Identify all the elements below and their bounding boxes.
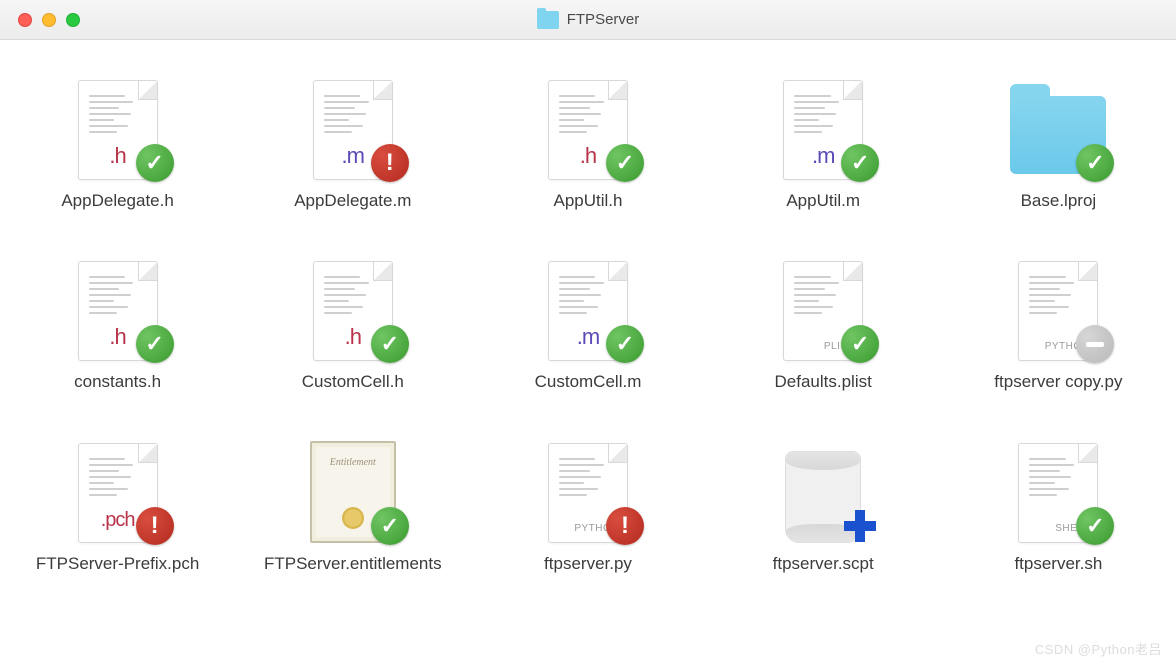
file-item[interactable]: PYTHON ftpserver copy.py — [953, 251, 1163, 392]
file-item[interactable]: .pch FTPServer-Prefix.pch — [13, 433, 223, 574]
seal-icon — [342, 507, 364, 529]
file-icon: PLIST — [773, 251, 873, 361]
file-item[interactable]: .h constants.h — [13, 251, 223, 392]
file-icon — [1008, 70, 1108, 180]
file-name-label: Defaults.plist — [775, 371, 872, 392]
file-icon-grid: .h AppDelegate.h .m AppDelegate.m .h AppUtil.… — [0, 40, 1176, 574]
file-name-label: CustomCell.h — [302, 371, 404, 392]
window-title: FTPServer — [0, 11, 1176, 29]
file-item[interactable]: ftpserver.scpt — [718, 433, 928, 574]
vcs-clean-badge-icon — [841, 325, 879, 363]
folder-icon — [537, 11, 559, 29]
vcs-added-badge-icon — [841, 507, 879, 545]
file-icon: .h — [303, 251, 403, 361]
vcs-clean-badge-icon — [371, 325, 409, 363]
file-item[interactable]: SHELL ftpserver.sh — [953, 433, 1163, 574]
file-name-label: FTPServer.entitlements — [264, 553, 442, 574]
file-name-label: CustomCell.m — [535, 371, 642, 392]
window-title-bar: FTPServer — [0, 0, 1176, 40]
minimize-window-button[interactable] — [42, 13, 56, 27]
vcs-clean-badge-icon — [606, 325, 644, 363]
vcs-modified-badge-icon — [371, 144, 409, 182]
vcs-clean-badge-icon — [371, 507, 409, 545]
file-name-label: ftpserver.py — [544, 553, 632, 574]
vcs-clean-badge-icon — [841, 144, 879, 182]
file-icon: SHELL — [1008, 433, 1108, 543]
file-icon: .h — [68, 70, 168, 180]
file-icon: .h — [538, 70, 638, 180]
file-icon: .pch — [68, 433, 168, 543]
vcs-modified-badge-icon — [136, 507, 174, 545]
vcs-clean-badge-icon — [606, 144, 644, 182]
file-name-label: constants.h — [74, 371, 161, 392]
file-item[interactable]: PYTHON ftpserver.py — [483, 433, 693, 574]
vcs-ignored-badge-icon — [1076, 325, 1114, 363]
window-title-text: FTPServer — [567, 11, 640, 28]
file-icon: PYTHON — [538, 433, 638, 543]
close-window-button[interactable] — [18, 13, 32, 27]
file-item[interactable]: .h CustomCell.h — [248, 251, 458, 392]
file-item[interactable]: .h AppUtil.h — [483, 70, 693, 211]
file-icon: PYTHON — [1008, 251, 1108, 361]
vcs-modified-badge-icon — [606, 507, 644, 545]
vcs-clean-badge-icon — [136, 325, 174, 363]
file-item[interactable]: .m AppUtil.m — [718, 70, 928, 211]
file-name-label: ftpserver.sh — [1014, 553, 1102, 574]
cert-title: Entitlement — [312, 457, 394, 468]
file-name-label: Base.lproj — [1021, 190, 1097, 211]
file-item[interactable]: Entitlement FTPServer.entitlements — [248, 433, 458, 574]
vcs-clean-badge-icon — [1076, 144, 1114, 182]
file-item[interactable]: Base.lproj — [953, 70, 1163, 211]
file-item[interactable]: .h AppDelegate.h — [13, 70, 223, 211]
file-icon: .m — [773, 70, 873, 180]
file-icon: .m — [538, 251, 638, 361]
file-name-label: AppUtil.h — [553, 190, 622, 211]
file-item[interactable]: .m AppDelegate.m — [248, 70, 458, 211]
traffic-lights — [0, 13, 80, 27]
file-name-label: AppDelegate.m — [294, 190, 411, 211]
file-icon: .h — [68, 251, 168, 361]
zoom-window-button[interactable] — [66, 13, 80, 27]
vcs-clean-badge-icon — [1076, 507, 1114, 545]
file-name-label: ftpserver.scpt — [773, 553, 874, 574]
watermark: CSDN @Python老吕 — [1035, 639, 1162, 658]
file-item[interactable]: PLIST Defaults.plist — [718, 251, 928, 392]
file-name-label: AppUtil.m — [786, 190, 860, 211]
vcs-clean-badge-icon — [136, 144, 174, 182]
file-name-label: AppDelegate.h — [61, 190, 173, 211]
file-icon: .m — [303, 70, 403, 180]
file-item[interactable]: .m CustomCell.m — [483, 251, 693, 392]
file-icon: Entitlement — [303, 433, 403, 543]
file-icon — [773, 433, 873, 543]
file-name-label: ftpserver copy.py — [994, 371, 1122, 392]
file-name-label: FTPServer-Prefix.pch — [36, 553, 199, 574]
